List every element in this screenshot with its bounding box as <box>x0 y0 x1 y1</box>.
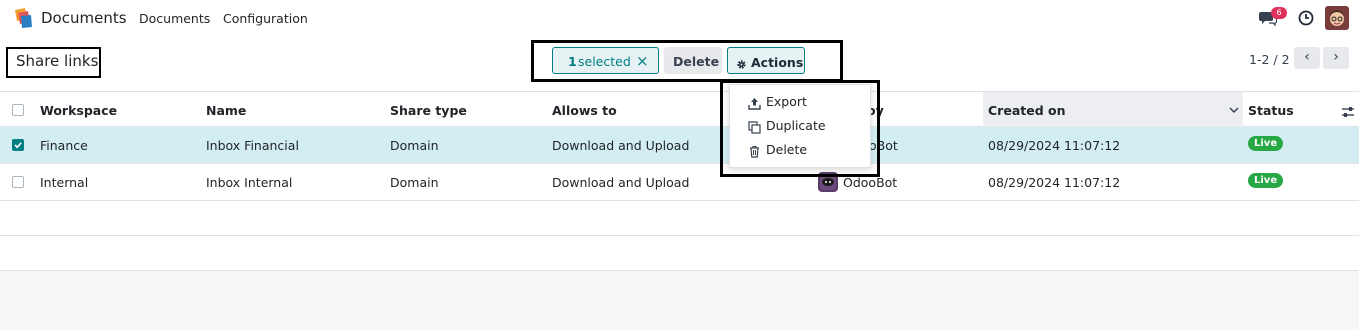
row-checkbox[interactable] <box>12 139 24 151</box>
menu-documents[interactable]: Documents <box>139 11 210 26</box>
column-header-status[interactable]: Status <box>1248 103 1294 118</box>
chevron-right-icon: › <box>1333 49 1339 65</box>
column-header-workspace[interactable]: Workspace <box>40 103 117 118</box>
menu-item-label: Export <box>766 94 807 109</box>
delete-button[interactable]: Delete <box>664 47 722 74</box>
optional-columns-sliders-icon[interactable] <box>1341 103 1355 122</box>
chat-count-badge: 6 <box>1271 7 1287 19</box>
delete-button-label: Delete <box>673 54 720 69</box>
copy-icon <box>748 119 761 138</box>
pager-previous-button[interactable]: ‹ <box>1294 47 1320 69</box>
menu-item-label: Duplicate <box>766 118 826 133</box>
table-header: Workspace Name Share type Allows to oy C… <box>0 91 1359 127</box>
documents-app-logo[interactable] <box>12 7 34 29</box>
empty-row <box>0 201 1359 236</box>
cell-name: Inbox Financial <box>206 138 299 153</box>
row-checkbox[interactable] <box>12 176 24 188</box>
status-badge: Live <box>1248 136 1284 151</box>
menu-item-export[interactable]: Export <box>748 92 868 112</box>
actions-button[interactable]: Actions <box>727 47 805 74</box>
user-avatar[interactable] <box>1325 6 1349 30</box>
cell-created-on: 08/29/2024 11:07:12 <box>988 138 1121 153</box>
cell-share-type: Domain <box>390 138 439 153</box>
column-header-share-type[interactable]: Share type <box>390 103 467 118</box>
check-icon <box>14 142 22 149</box>
select-all-checkbox[interactable] <box>12 104 24 116</box>
cell-workspace: Finance <box>40 138 88 153</box>
column-header-name[interactable]: Name <box>206 103 246 118</box>
menu-item-label: Delete <box>766 142 808 157</box>
chevron-left-icon: ‹ <box>1304 49 1310 65</box>
menu-configuration[interactable]: Configuration <box>223 11 308 26</box>
cell-share-type: Domain <box>390 175 439 190</box>
cell-name: Inbox Internal <box>206 175 293 190</box>
sort-chevron-down-icon[interactable] <box>1228 101 1240 120</box>
unselect-close-icon[interactable]: × <box>636 52 649 70</box>
selected-count: 1 <box>568 54 577 69</box>
empty-row <box>0 236 1359 271</box>
trash-icon <box>748 143 761 162</box>
cell-workspace: Internal <box>40 175 89 190</box>
table-row[interactable]: Finance Inbox Financial Domain Download … <box>0 127 1359 164</box>
table-row[interactable]: Internal Inbox Internal Domain Download … <box>0 164 1359 201</box>
pager-value[interactable]: 1-2 / 2 <box>1249 52 1290 67</box>
selected-label: selected <box>578 54 631 69</box>
status-badge: Live <box>1248 173 1284 188</box>
gear-icon <box>736 55 747 74</box>
top-navbar: Documents Documents Configuration 6 <box>0 0 1359 38</box>
app-name[interactable]: Documents <box>41 9 127 27</box>
menu-item-duplicate[interactable]: Duplicate <box>748 116 868 136</box>
cell-allows-to: Download and Upload <box>552 138 690 153</box>
actions-dropdown-menu: Export Duplicate Delete <box>729 84 871 168</box>
pager-next-button[interactable]: › <box>1323 47 1349 69</box>
cell-owner: OdooBot <box>843 175 898 190</box>
upload-icon <box>748 95 761 114</box>
actions-button-label: Actions <box>751 55 804 70</box>
column-header-allows-to[interactable]: Allows to <box>552 103 617 118</box>
column-header-created-on[interactable]: Created on <box>988 103 1066 118</box>
cell-created-on: 08/29/2024 11:07:12 <box>988 175 1121 190</box>
clock-icon[interactable] <box>1298 10 1314 30</box>
page-title: Share links <box>16 52 99 70</box>
cell-allows-to: Download and Upload <box>552 175 690 190</box>
menu-item-delete[interactable]: Delete <box>748 140 868 160</box>
